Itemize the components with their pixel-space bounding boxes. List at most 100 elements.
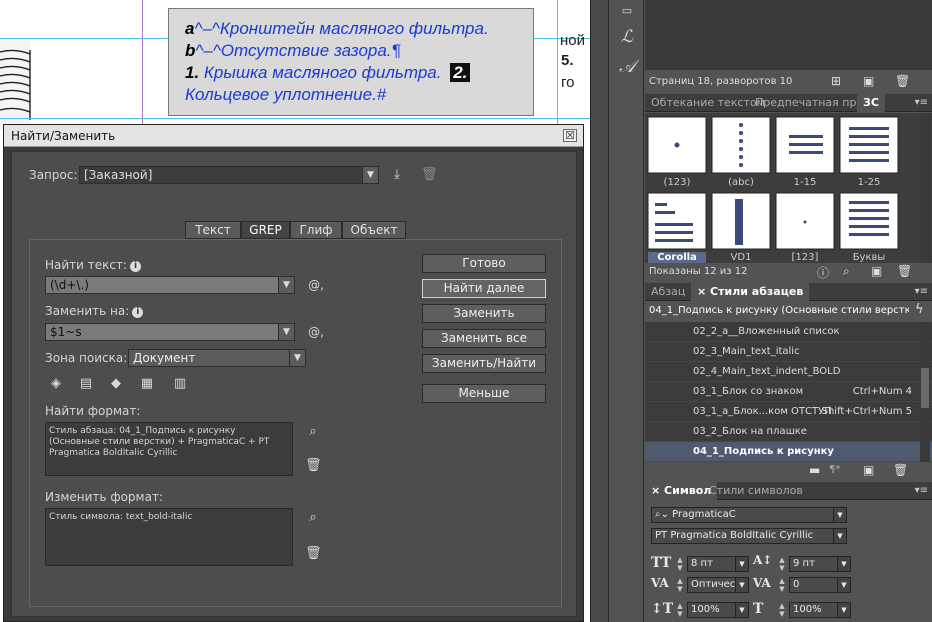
stepper-icon[interactable]: ▲ ▼ xyxy=(777,602,787,618)
preset-label[interactable]: (abc) xyxy=(712,177,770,188)
glyphs-icon[interactable]: 𝒜 xyxy=(618,58,636,76)
include-locked-layers-icon[interactable]: ◈ xyxy=(48,376,64,392)
find-next-button[interactable]: Найти далее xyxy=(422,279,546,298)
preset-label[interactable]: [123] xyxy=(776,252,834,263)
new-group-icon[interactable]: ▬ xyxy=(809,463,820,477)
guide-line xyxy=(0,118,590,119)
done-button[interactable]: Готово xyxy=(422,254,546,273)
tracking-input[interactable]: 0 ▼ xyxy=(789,577,851,593)
format-search-icon[interactable]: ⌕ xyxy=(305,510,321,526)
search-icon[interactable]: ⌕ xyxy=(843,264,850,279)
replace-all-button[interactable]: Заменить все xyxy=(422,329,546,348)
replace-input[interactable]: $1~s ▼ xyxy=(45,323,295,341)
special-chars-icon[interactable]: @, xyxy=(306,324,326,340)
panel-menu-icon[interactable]: ▾≡ xyxy=(915,482,928,500)
tab-character-styles[interactable]: Стили символов xyxy=(703,482,809,500)
panel-menu-icon[interactable]: ▾≡ xyxy=(915,283,928,301)
panel-menu-icon[interactable]: ▾≡ xyxy=(915,94,928,112)
new-style-icon[interactable]: ▣ xyxy=(863,463,874,477)
tab-zs[interactable]: ЗС xyxy=(857,94,885,112)
query-value: [Заказной] xyxy=(84,168,153,182)
new-page-icon[interactable]: ▣ xyxy=(863,74,874,88)
chevron-down-icon: ▼ xyxy=(735,557,748,571)
panel-collapse-icon[interactable]: ▭ xyxy=(618,2,636,20)
save-query-icon[interactable]: ⤓ xyxy=(389,167,405,183)
stepper-icon[interactable]: ▲ ▼ xyxy=(675,556,685,572)
panel-icon-dock: ▭ ℒ 𝒜 xyxy=(608,0,644,622)
query-select[interactable]: [Заказной] ▼ xyxy=(79,166,379,184)
style-override-marker[interactable]: ¶* xyxy=(829,464,840,475)
preset-label[interactable]: (123) xyxy=(648,177,706,188)
trash-icon[interactable]: 🗑 xyxy=(305,546,322,562)
scope-select[interactable]: Документ ▼ xyxy=(128,349,306,367)
style-row[interactable]: 02_2_а__Вложенный список xyxy=(645,322,932,342)
caption-text-frame[interactable]: a^–^Кронштейн масляного фильтра. b^–^Отс… xyxy=(168,8,534,116)
include-hidden-layers-icon[interactable]: ◆ xyxy=(108,376,124,392)
find-text-input[interactable]: (\d+\.) ▼ xyxy=(45,276,295,294)
preset-label[interactable]: Буквы xyxy=(840,252,898,263)
style-row[interactable]: 03_2_Блок на плашке xyxy=(645,422,932,442)
vertical-scale-input[interactable]: 100% ▼ xyxy=(687,602,749,618)
style-row[interactable]: 02_3_Main_text_italic xyxy=(645,342,932,362)
trash-icon[interactable]: 🗑 xyxy=(893,463,908,477)
info-icon[interactable]: i xyxy=(132,307,144,318)
leading-input[interactable]: 9 пт ▼ xyxy=(789,556,851,572)
font-style-select[interactable]: PT Pragmatica BoldItalic Cyrillic ▼ xyxy=(651,528,847,544)
close-icon[interactable]: ☒ xyxy=(563,129,577,142)
preset-label[interactable]: 1-15 xyxy=(776,177,834,188)
tab-paragraph[interactable]: Абзац xyxy=(645,283,691,301)
clear-overrides-icon[interactable]: ϟ xyxy=(915,302,924,317)
new-item-icon[interactable]: ▣ xyxy=(871,264,882,278)
font-size-input[interactable]: 8 пт ▼ xyxy=(687,556,749,572)
style-row-selected[interactable]: 04_1_Подпись к рисунку xyxy=(645,442,932,462)
fewer-options-button[interactable]: Меньше xyxy=(422,384,546,403)
include-locked-stories-icon[interactable]: ▤ xyxy=(78,376,94,392)
scrollbar-thumb[interactable] xyxy=(921,368,929,408)
panel-divider[interactable] xyxy=(590,0,608,622)
info-icon[interactable]: i xyxy=(130,261,142,272)
stepper-icon[interactable]: ▲ ▼ xyxy=(777,556,787,572)
tab-glyph[interactable]: Глиф xyxy=(290,221,342,239)
tab-text[interactable]: Текст xyxy=(185,221,241,239)
style-row[interactable]: 02_4_Main_text_indent_BOLD xyxy=(645,362,932,382)
trash-icon[interactable]: 🗑 xyxy=(421,167,438,183)
chevron-down-icon: ▼ xyxy=(289,350,305,366)
scrollbar[interactable] xyxy=(920,113,930,263)
stroke-styles-icon[interactable]: ℒ xyxy=(618,28,636,46)
edit-page-size-icon[interactable]: ⊞ xyxy=(831,74,841,88)
style-row[interactable]: 03_1_Блок со знаком Ctrl+Num 4 xyxy=(645,382,932,402)
dialog-body: Запрос: [Заказной] ▼ ⤓ 🗑 Текст GREP Глиф… xyxy=(11,151,577,617)
replace-button[interactable]: Заменить xyxy=(422,304,546,323)
include-footnotes-icon[interactable]: ▥ xyxy=(172,376,188,392)
trash-icon[interactable]: 🗑 xyxy=(897,264,912,278)
scope-value: Документ xyxy=(133,351,196,365)
format-search-icon[interactable]: ⌕ xyxy=(305,424,321,440)
preset-thumbnails xyxy=(647,116,899,250)
preset-label-selected[interactable]: Corolla xyxy=(648,252,706,263)
font-family-select[interactable]: ⌕⌄ PragmaticaC ▼ xyxy=(651,507,847,523)
trash-icon[interactable]: 🗑 xyxy=(305,458,322,474)
find-format-box[interactable]: Стиль абзаца: 04_1_Подпись к рисунку (Ос… xyxy=(45,422,293,476)
info-icon[interactable]: ⓘ xyxy=(817,264,829,281)
include-master-pages-icon[interactable]: ▦ xyxy=(139,376,155,392)
tab-grep[interactable]: GREP xyxy=(241,221,290,239)
horizontal-scale-input[interactable]: 100% ▼ xyxy=(789,602,851,618)
kerning-select[interactable]: Оптическ ▼ xyxy=(687,577,749,593)
change-format-box[interactable]: Стиль символа: text_bold-italic xyxy=(45,508,293,566)
stepper-icon[interactable]: ▲ ▼ xyxy=(777,577,787,593)
caption-line-1: 1. Крышка масляного фильтра. 2. xyxy=(185,63,471,83)
stepper-icon[interactable]: ▲ ▼ xyxy=(675,602,685,618)
preset-label[interactable]: VD1 xyxy=(712,252,770,263)
scrollbar[interactable] xyxy=(920,322,930,462)
tab-object[interactable]: Объект xyxy=(342,221,406,239)
replace-find-button[interactable]: Заменить/Найти xyxy=(422,354,546,373)
special-chars-icon[interactable]: @, xyxy=(306,277,326,293)
stepper-icon[interactable]: ▲ ▼ xyxy=(675,577,685,593)
pages-summary: Страниц 18, разворотов 10 xyxy=(649,76,793,87)
presets-status: Показаны 12 из 12 xyxy=(649,266,748,277)
trash-icon[interactable]: 🗑 xyxy=(895,74,910,88)
style-row[interactable]: 03_1_а_Блок...ком ОТСТУП Shift+Ctrl+Num 5 xyxy=(645,402,932,422)
preset-label[interactable]: 1-25 xyxy=(840,177,898,188)
dialog-title-bar[interactable]: Найти/Заменить xyxy=(4,125,583,147)
tab-paragraph-styles[interactable]: × Стили абзацев xyxy=(691,283,810,301)
